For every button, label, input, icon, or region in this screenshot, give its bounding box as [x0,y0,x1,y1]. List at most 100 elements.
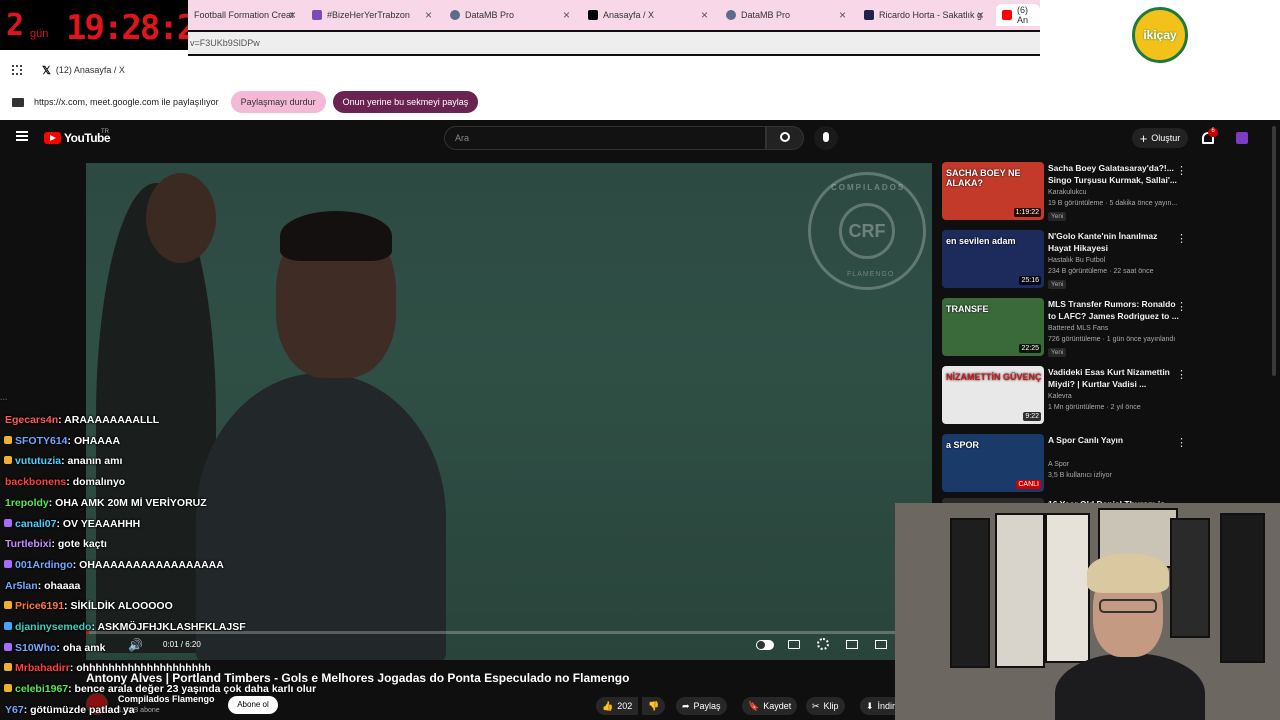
browser-tab-5[interactable]: DataMB Pro × [720,4,850,26]
video-thumbnail[interactable]: TRANSFE 22:25 [942,298,1044,356]
recommended-channel[interactable]: Battered MLS Fans [1048,325,1108,332]
tab-label: DataMB Pro [465,10,515,20]
more-options-icon[interactable]: ⋮ [1176,436,1187,449]
browser-tab-2[interactable]: #BizeHerYerTrabzon × [306,4,436,26]
clip-button[interactable]: ✂ Klip [806,697,845,715]
x-logo-icon: 𝕏 [42,64,51,77]
more-options-icon[interactable]: ⋮ [1176,232,1187,245]
dislike-button[interactable]: 👎 [642,697,666,715]
new-badge: Yeni [1048,348,1067,357]
favicon-icon [864,10,874,20]
stream-chat-overlay: ... Egecars4n: ARAAAAAAAALLL SFOTY614: OH… [0,392,316,720]
recommended-video[interactable]: a SPOR CANLI A Spor Canlı Yayın A Spor 3,5 B… [942,434,1192,498]
recommended-channel[interactable]: Hastalık Bu Futbol [1048,257,1105,264]
timer-day-unit: gün [30,28,49,40]
chat-username: Mrbahadirr [15,662,70,674]
close-icon[interactable]: × [563,8,570,22]
recommended-video[interactable]: en sevilen adam 25:16 N'Golo Kante'nin İna… [942,230,1192,294]
stop-sharing-button[interactable]: Paylaşmayı durdur [230,91,326,113]
close-icon[interactable]: × [701,8,708,22]
more-options-icon[interactable]: ⋮ [1176,300,1187,313]
clip-label: Klip [823,701,839,711]
browser-tab-4[interactable]: Anasayfa / X × [582,4,712,26]
recommended-title[interactable]: MLS Transfer Rumors: Ronaldo to LAFC? Ja… [1048,298,1180,322]
chat-message: celebi1967: bence arala değer 23 yaşında… [0,683,316,695]
chat-badge-icon [4,684,12,692]
chat-text: : OV YEAAAHHH [56,518,141,530]
recommended-video[interactable]: NİZAMETTİN GÜVENÇ 9:22 Vadideki Esas Kurt … [942,366,1192,430]
recommended-title[interactable]: Vadideki Esas Kurt Nizamettin Miydi? | K… [1048,366,1180,390]
menu-icon[interactable] [16,131,28,141]
logo-filler [1040,70,1280,84]
more-options-icon[interactable]: ⋮ [1176,164,1187,177]
autoplay-toggle[interactable] [756,640,774,650]
chat-text: : götümüzde patlad ya [23,704,135,716]
recommended-title[interactable]: Sacha Boey Galatasaray'da?!... Singo Tur… [1048,162,1180,186]
shelf [1170,518,1210,638]
download-button[interactable]: ⬇ İndir [860,697,895,715]
chat-message: Price6191: SİKİLDİK ALOOOOO [0,600,173,612]
share-this-tab-button[interactable]: Onun yerine bu sekmeyi paylaş [332,91,479,113]
video-thumbnail[interactable]: en sevilen adam 25:16 [942,230,1044,288]
subtitles-icon[interactable] [788,640,800,649]
browser-tab-1[interactable]: Football Formation Creat × [188,4,300,26]
close-icon[interactable]: × [839,8,846,22]
bookmark-item[interactable]: (12) Anasayfa / X [56,65,125,75]
like-button[interactable]: 👍 202 [596,697,639,715]
account-avatar[interactable] [1236,132,1248,144]
more-options-icon[interactable]: ⋮ [1176,368,1187,381]
share-button[interactable]: ➦ Paylaş [676,697,727,715]
save-button[interactable]: 🔖 Kaydet [742,697,798,715]
chat-username: 001Ardingo [15,559,73,571]
chat-text: : domalınyo [66,476,126,488]
chat-text: : OHAAAA [67,435,121,447]
chat-username: celebi1967 [15,683,69,695]
create-button[interactable]: + Oluştur [1132,128,1188,148]
video-thumbnail[interactable]: NİZAMETTİN GÜVENÇ 9:22 [942,366,1044,424]
apps-grid-icon[interactable] [12,65,22,75]
recommended-title[interactable]: A Spor Canlı Yayın [1048,434,1180,446]
recommended-video[interactable]: TRANSFE 22:25 MLS Transfer Rumors: Ronaldo… [942,298,1192,362]
settings-gear-icon[interactable] [817,638,829,650]
chat-message: Turtlebixi: gote kaçtı [0,538,107,550]
chat-message: Mrbahadirr: ohhhhhhhhhhhhhhhhhhhh [0,662,211,674]
timer-days: 2 [6,8,24,43]
mic-button[interactable] [814,126,838,150]
shelf [950,518,990,668]
recommended-video[interactable]: SACHA BOEY NE ALAKA? 1:19:22 Sacha Boey Ga… [942,162,1192,226]
youtube-logo-icon[interactable] [44,132,61,144]
browser-tab-active[interactable]: (6) An [996,4,1040,26]
chat-message: SFOTY614: OHAAAA [0,435,120,447]
search-button[interactable] [766,126,804,150]
recommended-title[interactable]: N'Golo Kante'nin İnanılmaz Hayat Hikayes… [1048,230,1180,254]
video-thumbnail[interactable]: a SPOR CANLI [942,434,1044,492]
recommended-channel[interactable]: Kalevra [1048,393,1072,400]
timer-clock: 19:28:27 [66,8,188,48]
streamer-hair [1087,553,1169,593]
chat-text: : ohaaaa [37,580,81,592]
thumbs-down-icon: 👎 [648,700,660,711]
chat-username: Egecars4n [5,414,59,426]
x-logo-icon [588,10,598,20]
close-icon[interactable]: × [425,8,432,22]
thumbs-up-icon: 👍 [602,700,614,711]
recommended-channel[interactable]: A Spor [1048,461,1069,468]
recommended-channel[interactable]: Karakulukcu [1048,189,1087,196]
video-duration: 9:22 [1023,412,1041,421]
miniplayer-icon[interactable] [846,640,858,649]
page-scrollbar[interactable] [1272,126,1276,376]
address-bar[interactable]: v=F3UKb9SlDPw [188,32,1040,54]
chat-badge-icon [4,663,12,671]
browser-tab-6[interactable]: Ricardo Horta - Sakatlık g × [858,4,988,26]
search-input[interactable]: Ara [444,126,766,150]
close-icon[interactable]: × [289,8,296,22]
recommended-meta: 3,5 B kullanıcı izliyor [1048,472,1112,479]
theater-icon[interactable] [875,640,887,649]
chat-message: Ar5lan: ohaaaa [0,580,80,592]
chat-username: Turtlebixi [5,538,52,550]
chat-username: vututuzia [15,455,62,467]
shelf [995,513,1045,668]
browser-tab-3[interactable]: DataMB Pro × [444,4,574,26]
close-icon[interactable]: × [977,8,984,22]
video-thumbnail[interactable]: SACHA BOEY NE ALAKA? 1:19:22 [942,162,1044,220]
